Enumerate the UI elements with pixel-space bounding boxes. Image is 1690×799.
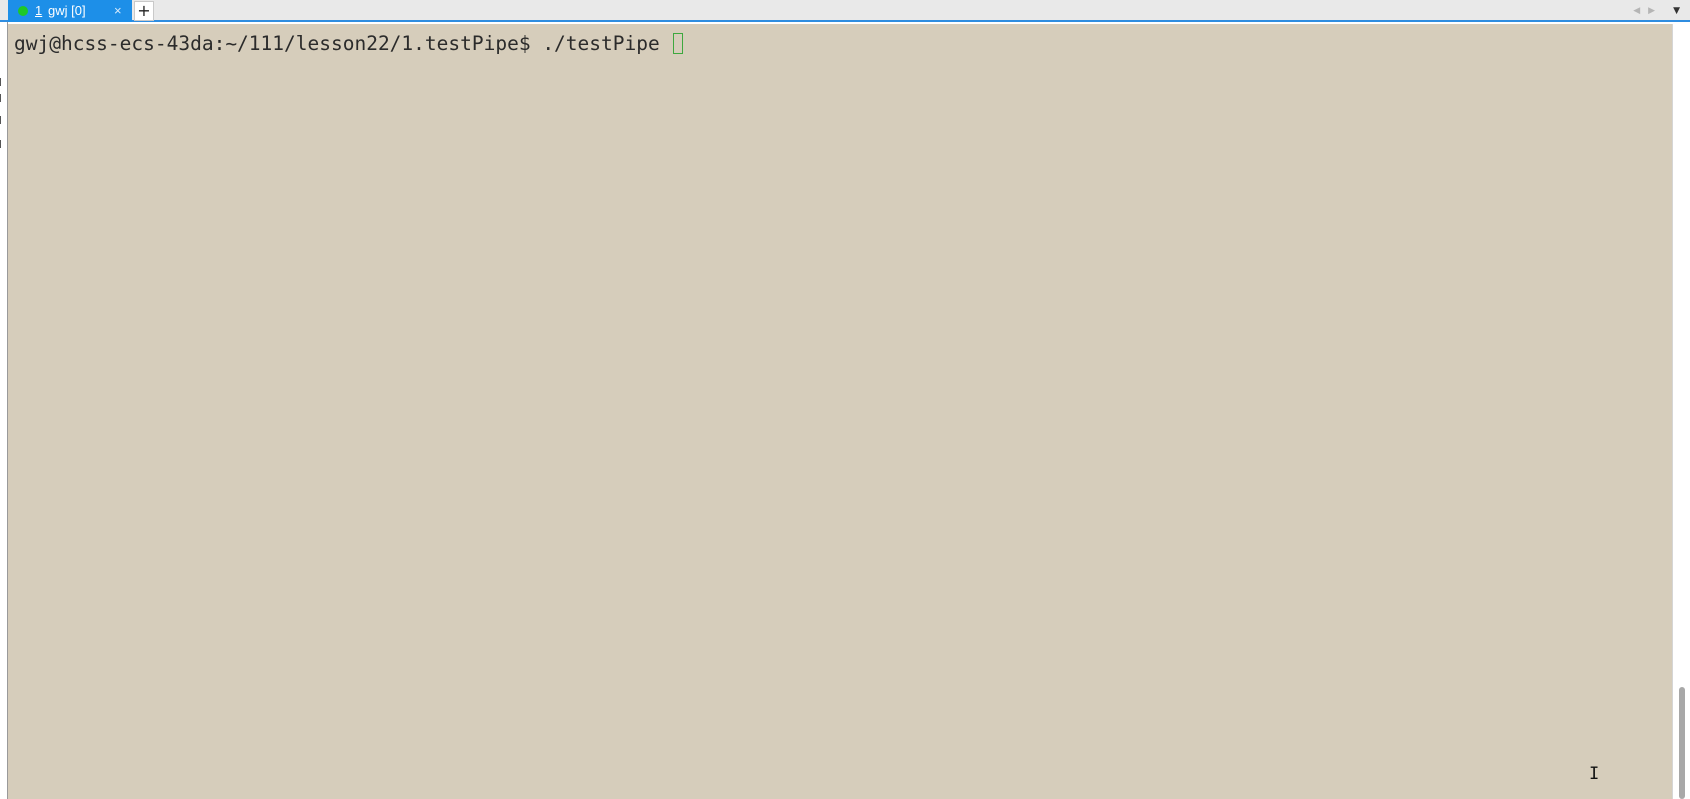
scrollbar-thumb[interactable] (1679, 687, 1685, 799)
tab-navigation: ◀ ▶ ▼ (1633, 0, 1680, 22)
tab-session-1[interactable]: 1 gwj [0] × (8, 0, 132, 22)
text-cursor (673, 33, 684, 54)
tab-scroll-right-icon[interactable]: ▶ (1648, 6, 1655, 16)
new-tab-button[interactable]: + (134, 1, 154, 21)
left-gutter (0, 22, 8, 799)
terminal-app-window: 1 gwj [0] × + ◀ ▶ ▼ gwj@hcss-ecs-43da:~/… (0, 0, 1690, 799)
typed-command: ./testPipe (542, 32, 672, 55)
tab-title: gwj [0] (48, 3, 86, 18)
shell-prompt: gwj@hcss-ecs-43da:~/111/lesson22/1.testP… (14, 32, 543, 55)
gutter-marker (0, 94, 5, 102)
terminal-output-area[interactable]: gwj@hcss-ecs-43da:~/111/lesson22/1.testP… (8, 24, 1672, 799)
vertical-scrollbar[interactable] (1672, 24, 1690, 799)
gutter-marker (0, 140, 5, 148)
close-icon[interactable]: × (114, 0, 122, 21)
gutter-marker (0, 116, 5, 124)
tab-list-dropdown-icon[interactable]: ▼ (1673, 6, 1680, 16)
gutter-marker (0, 78, 5, 86)
connection-status-icon (18, 6, 28, 16)
tab-bar: 1 gwj [0] × + ◀ ▶ ▼ (0, 0, 1690, 22)
ibeam-cursor-icon: I (1589, 764, 1600, 784)
tab-scroll-left-icon[interactable]: ◀ (1633, 6, 1640, 16)
terminal-line: gwj@hcss-ecs-43da:~/111/lesson22/1.testP… (14, 32, 684, 56)
tab-number: 1 (35, 3, 43, 18)
